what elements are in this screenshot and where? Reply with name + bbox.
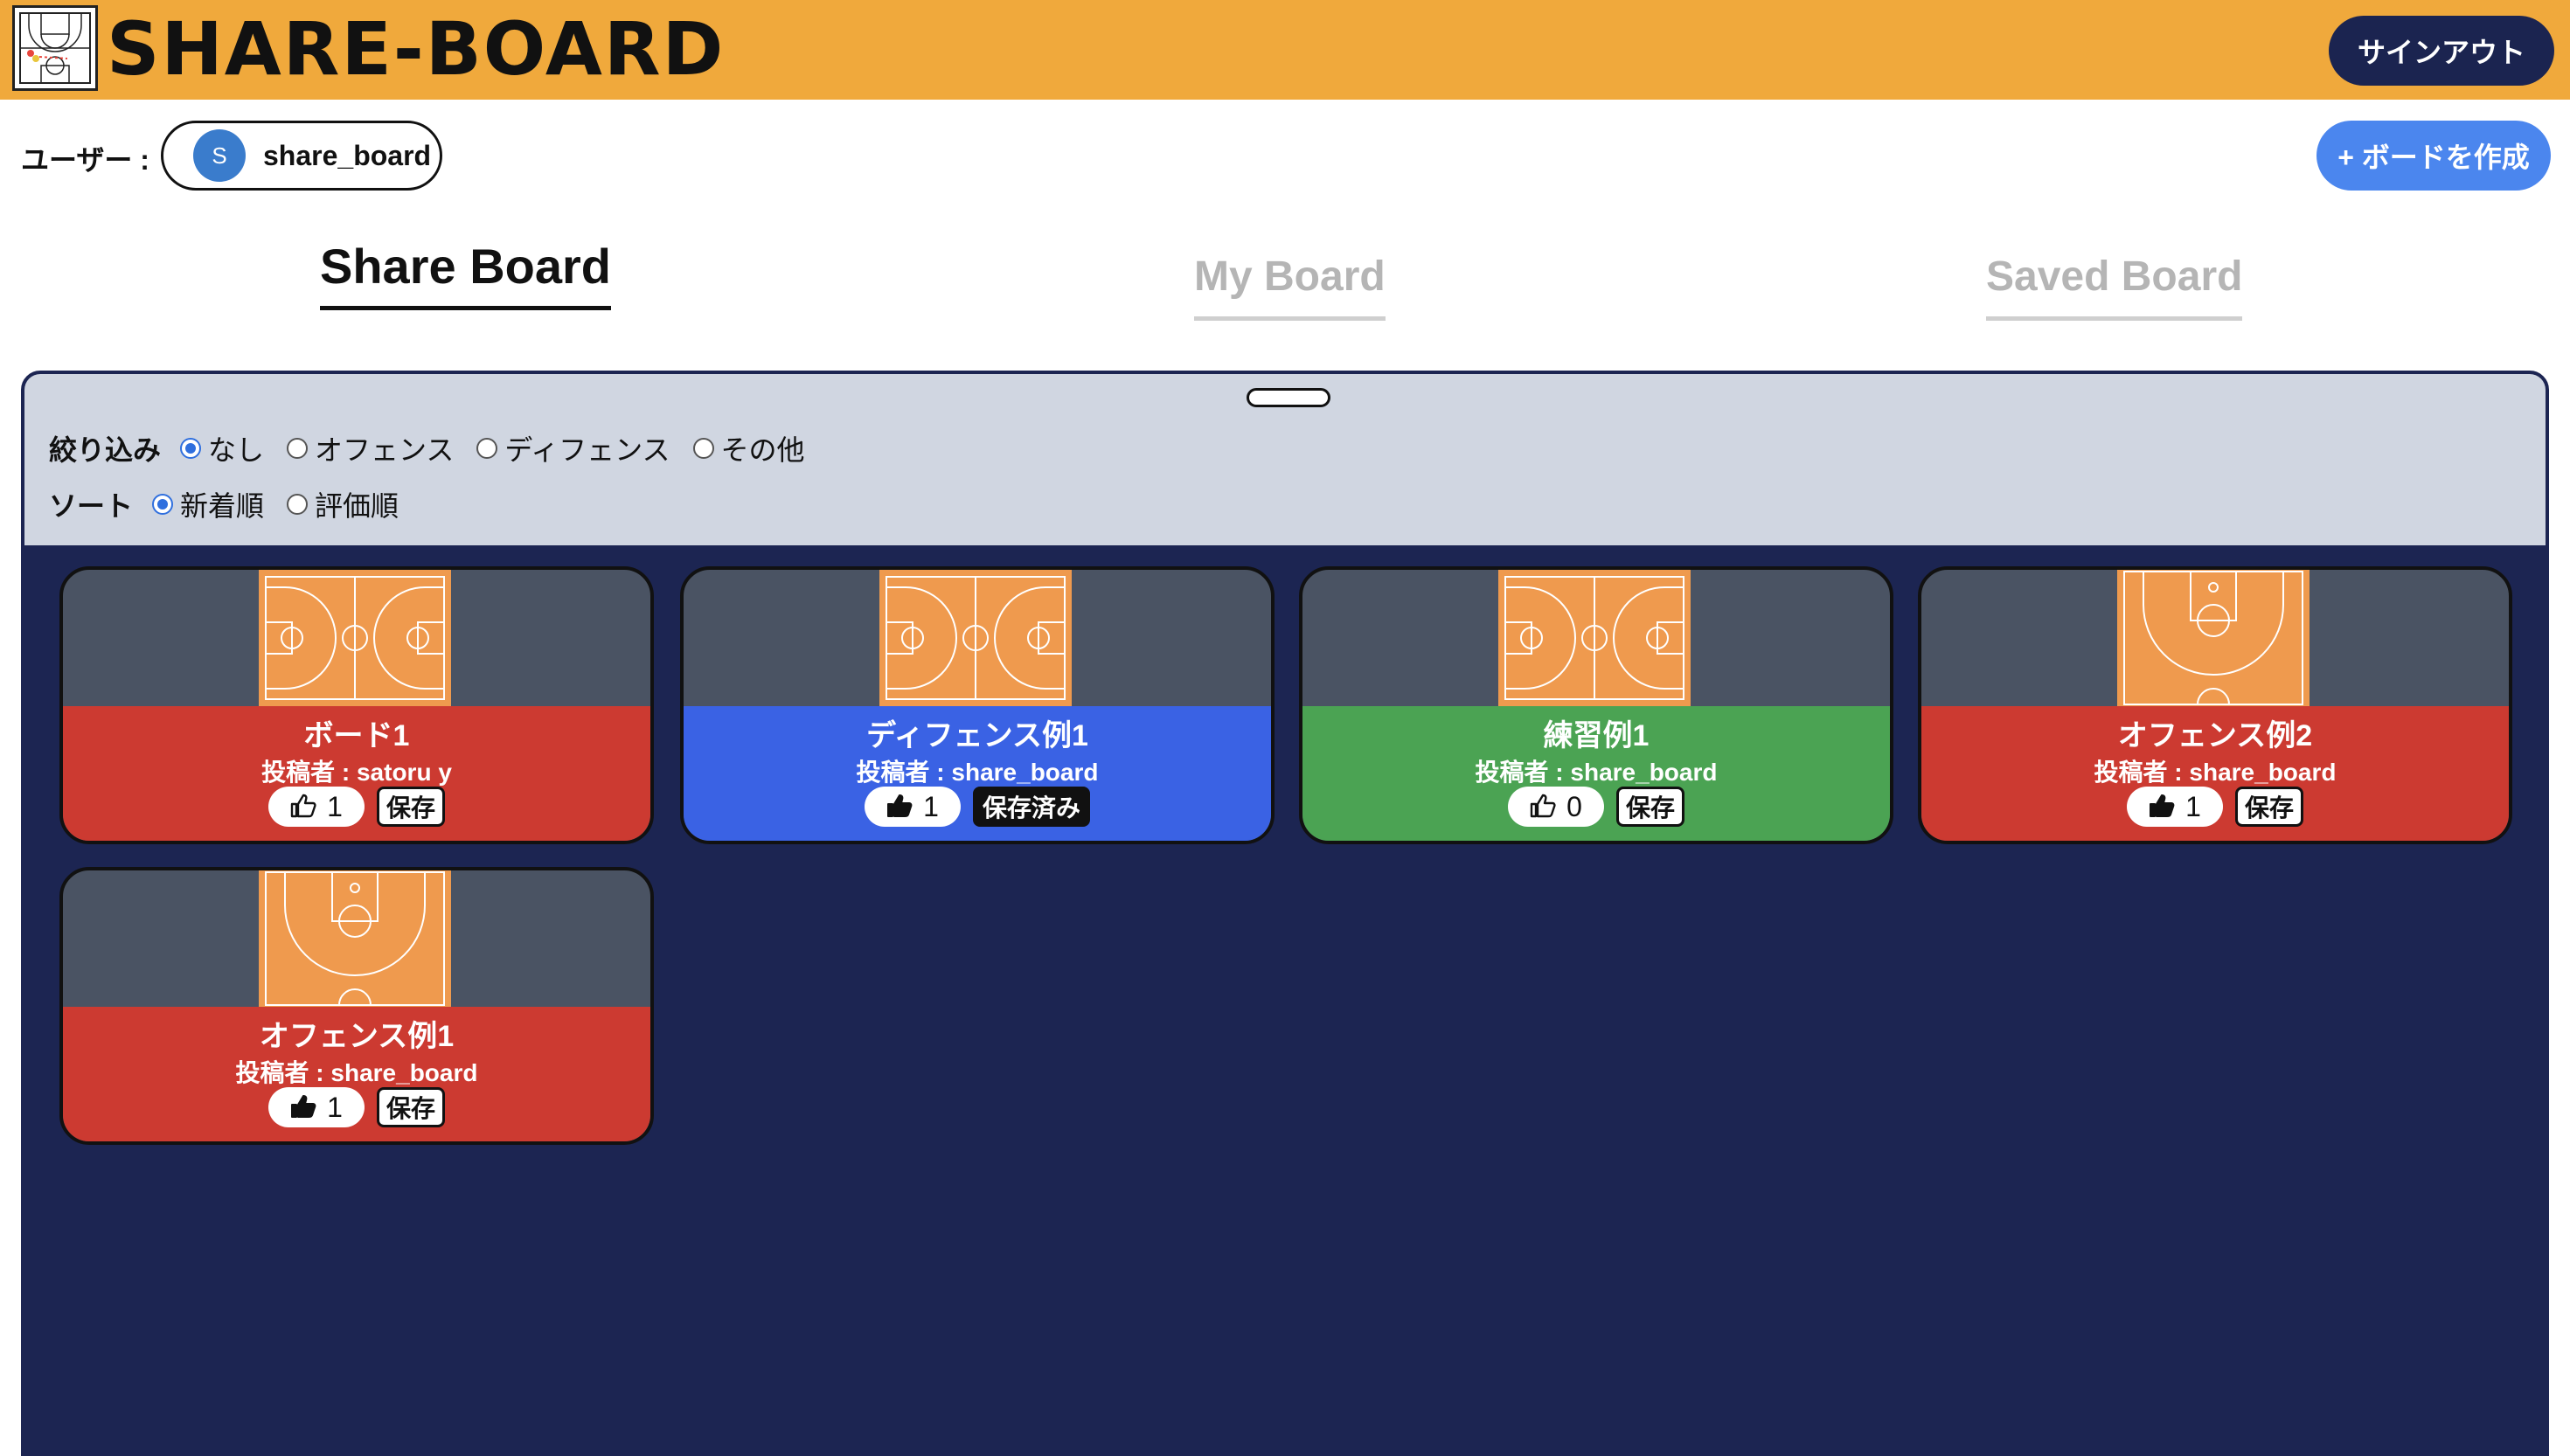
court-thumbnail — [2117, 570, 2310, 706]
save-button[interactable]: 保存 — [376, 787, 445, 827]
save-button[interactable]: 保存 — [2234, 787, 2303, 827]
sort-option-label: 新着順 — [180, 490, 265, 522]
board-title: ディフェンス例1 — [866, 719, 1088, 752]
thumbs-up-icon — [290, 1094, 316, 1121]
radio-icon[interactable] — [180, 438, 202, 459]
card-body: オフェンス例1 投稿者 : share_board 1 保存 — [63, 1007, 650, 1141]
radio-icon[interactable] — [152, 494, 174, 515]
court-logo-icon — [12, 5, 98, 91]
card-body: 練習例1 投稿者 : share_board 0 保存 — [1302, 706, 1890, 841]
card-actions: 1 保存 — [63, 1087, 650, 1127]
filter-option-offense[interactable]: オフェンス — [287, 428, 454, 468]
thumbs-up-icon — [1530, 794, 1556, 821]
like-count: 1 — [2185, 790, 2201, 822]
filter-row: 絞り込み なし オフェンス ディフェンス その他 — [49, 428, 828, 468]
sort-option-label: 評価順 — [315, 490, 399, 522]
save-button[interactable]: 保存 — [376, 1087, 445, 1127]
app-header: SHARE-BOARD サインアウト — [0, 0, 2570, 100]
save-button[interactable]: 保存 — [1615, 787, 1684, 827]
like-count: 0 — [1566, 790, 1582, 822]
sort-option-newest[interactable]: 新着順 — [152, 484, 264, 524]
card-actions: 1 保存済み — [684, 787, 1271, 827]
card-body: オフェンス例2 投稿者 : share_board 1 保存 — [1921, 706, 2509, 841]
filter-option-label: なし — [208, 434, 265, 466]
card-body: ボード1 投稿者 : satoru y 1 保存 — [63, 706, 650, 841]
card-actions: 1 保存 — [63, 787, 650, 827]
filter-option-label: その他 — [720, 434, 805, 466]
filter-option-other[interactable]: その他 — [692, 428, 805, 468]
board-title: 練習例1 — [1543, 719, 1650, 752]
court-thumbnail — [879, 570, 1072, 706]
board-card[interactable]: ボード1 投稿者 : satoru y 1 保存 — [59, 566, 654, 844]
like-button[interactable]: 1 — [267, 1087, 365, 1127]
app-title: SHARE-BOARD — [107, 6, 726, 92]
board-author: 投稿者 : share_board — [1475, 759, 1718, 786]
drag-handle[interactable] — [1247, 388, 1330, 407]
board-author: 投稿者 : satoru y — [261, 759, 452, 786]
radio-icon[interactable] — [287, 494, 309, 515]
card-body: ディフェンス例1 投稿者 : share_board 1 保存済み — [684, 706, 1271, 841]
like-button[interactable]: 1 — [864, 787, 961, 827]
tab-share-board[interactable]: Share Board — [320, 236, 611, 310]
like-count: 1 — [923, 790, 939, 822]
user-label: ユーザー : — [21, 144, 149, 176]
filter-area: 絞り込み なし オフェンス ディフェンス その他 ソート 新着順 評価順 — [24, 374, 2546, 545]
sort-row: ソート 新着順 評価順 — [49, 484, 421, 524]
board-author: 投稿者 : share_board — [856, 759, 1099, 786]
filter-option-defense[interactable]: ディフェンス — [476, 428, 670, 468]
court-thumbnail — [1498, 570, 1691, 706]
radio-icon[interactable] — [476, 438, 498, 459]
boards-panel: 絞り込み なし オフェンス ディフェンス その他 ソート 新着順 評価順 ボード… — [21, 371, 2549, 1456]
like-button[interactable]: 1 — [267, 787, 365, 827]
board-title: オフェンス例1 — [259, 1020, 455, 1053]
board-title: ボード1 — [303, 719, 410, 752]
sort-option-rating[interactable]: 評価順 — [287, 484, 399, 524]
like-button[interactable]: 1 — [2126, 787, 2223, 827]
radio-icon[interactable] — [692, 438, 714, 459]
board-card[interactable]: 練習例1 投稿者 : share_board 0 保存 — [1299, 566, 1893, 844]
board-author: 投稿者 : share_board — [2094, 759, 2337, 786]
board-author: 投稿者 : share_board — [235, 1059, 478, 1086]
thumbs-up-icon — [886, 794, 913, 821]
avatar: S — [193, 129, 246, 182]
filter-label: 絞り込み — [49, 434, 162, 466]
user-name: share_board — [263, 139, 432, 171]
board-card[interactable]: オフェンス例2 投稿者 : share_board 1 保存 — [1918, 566, 2512, 844]
sort-label: ソート — [49, 490, 134, 522]
like-count: 1 — [327, 790, 343, 822]
filter-option-label: ディフェンス — [504, 434, 670, 466]
court-thumbnail — [259, 870, 451, 1007]
tab-my-board[interactable]: My Board — [1194, 246, 1386, 321]
card-actions: 1 保存 — [1921, 787, 2509, 827]
board-card[interactable]: オフェンス例1 投稿者 : share_board 1 保存 — [59, 867, 654, 1145]
board-title: オフェンス例2 — [2117, 719, 2313, 752]
filter-option-none[interactable]: なし — [180, 428, 264, 468]
save-button[interactable]: 保存済み — [972, 787, 1090, 827]
like-button[interactable]: 0 — [1507, 787, 1604, 827]
thumbs-up-icon — [2149, 794, 2175, 821]
board-card[interactable]: ディフェンス例1 投稿者 : share_board 1 保存済み — [680, 566, 1275, 844]
radio-icon[interactable] — [287, 438, 309, 459]
create-board-button[interactable]: + ボードを作成 — [2316, 121, 2551, 191]
thumbs-up-icon — [290, 794, 316, 821]
like-count: 1 — [327, 1091, 343, 1123]
filter-option-label: オフェンス — [315, 434, 455, 466]
court-thumbnail — [259, 570, 451, 706]
signout-button[interactable]: サインアウト — [2329, 16, 2554, 86]
user-chip[interactable]: S share_board — [161, 121, 442, 191]
tab-saved-board[interactable]: Saved Board — [1986, 246, 2243, 321]
card-actions: 0 保存 — [1302, 787, 1890, 827]
